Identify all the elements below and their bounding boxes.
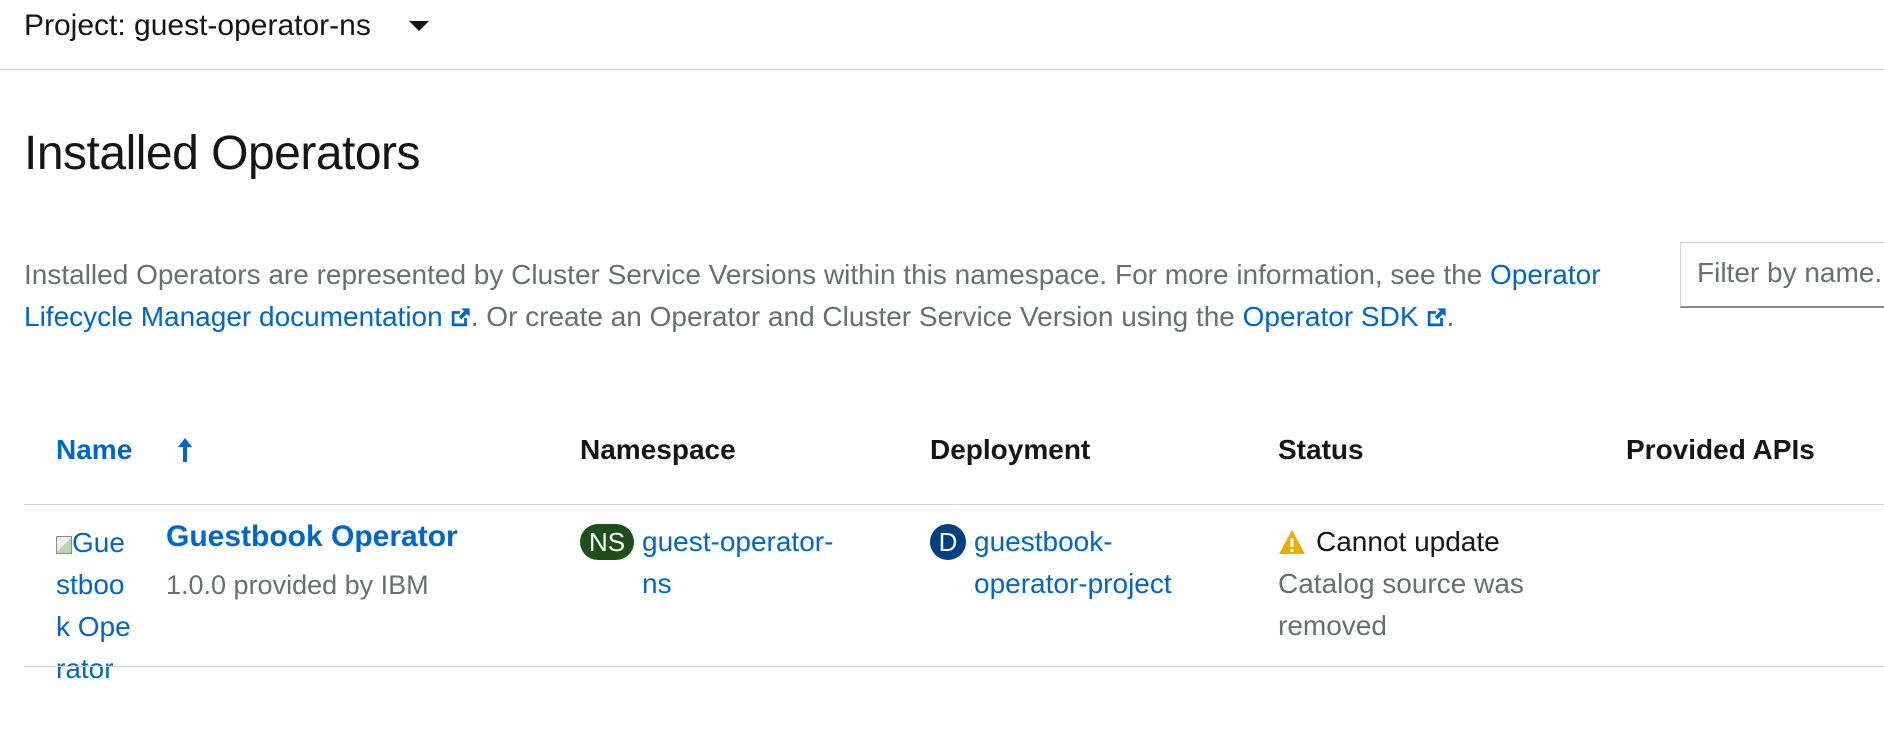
description-text: Installed Operators are represented by C…	[24, 259, 1491, 290]
filter-placeholder: Filter by name...	[1697, 257, 1884, 288]
column-header-namespace[interactable]: Namespace	[580, 434, 736, 466]
operator-name-link[interactable]: Guestbook Operator	[166, 520, 458, 554]
operator-logo-image: Guestbook Operator	[56, 522, 138, 690]
status-text: Cannot update	[1316, 526, 1500, 557]
deployment-link[interactable]: guestbook-operator-project	[974, 521, 1214, 605]
table-header-divider	[24, 504, 1884, 505]
warning-triangle-icon	[1279, 530, 1305, 554]
status-cell: Cannot update	[1278, 521, 1500, 563]
deployment-badge: D	[930, 524, 966, 560]
description-text-3: .	[1446, 301, 1455, 332]
column-header-provided-apis: Provided APIs	[1626, 434, 1815, 465]
broken-image-icon	[56, 536, 72, 554]
project-selector-label: Project: guest-operator-ns	[24, 9, 371, 42]
operator-version-provider: 1.0.0 provided by IBM	[166, 570, 429, 600]
description-text-2: . Or create an Operator and Cluster Serv…	[470, 301, 1243, 332]
column-header-status[interactable]: Status	[1278, 434, 1364, 466]
page-description: Installed Operators are represented by C…	[24, 254, 1624, 338]
page-title: Installed Operators	[24, 127, 421, 180]
operator-sdk-link[interactable]: Operator SDK	[1243, 301, 1447, 332]
table-row-divider	[24, 666, 1884, 667]
caret-down-icon	[408, 21, 429, 31]
column-header-deployment[interactable]: Deployment	[930, 434, 1090, 466]
status-detail: Catalog source was removed	[1278, 568, 1524, 641]
sort-ascending-icon	[178, 438, 193, 462]
project-bar: Project: guest-operator-ns	[0, 0, 1884, 70]
external-link-icon	[1427, 308, 1446, 327]
project-selector[interactable]: Project: guest-operator-ns	[24, 4, 429, 48]
namespace-link[interactable]: guest-operator-ns	[642, 521, 862, 605]
external-link-icon	[451, 308, 470, 327]
namespace-badge: NS	[580, 524, 634, 560]
column-header-name[interactable]: Name	[56, 434, 194, 466]
column-header-name-label: Name	[56, 434, 133, 465]
filter-by-name-input[interactable]: Filter by name...	[1680, 242, 1884, 308]
operator-sdk-link-label: Operator SDK	[1242, 301, 1419, 332]
